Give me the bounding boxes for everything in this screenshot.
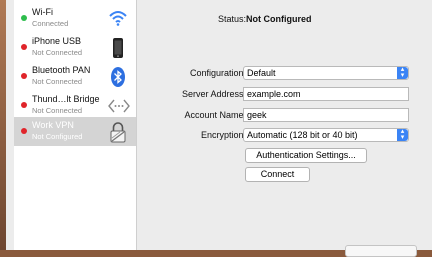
status-dot	[21, 102, 27, 108]
account-name-value: geek	[247, 110, 267, 120]
account-name-label: Account Name:	[184, 110, 246, 120]
status-dot	[21, 73, 27, 79]
service-status: Connected	[32, 19, 69, 28]
connect-button[interactable]: Connect	[245, 167, 310, 182]
account-name-field[interactable]: geek	[243, 108, 409, 122]
network-preferences-window: Wi-Fi Connected iPhone USB Not Connected	[6, 0, 432, 257]
service-name: Wi-Fi	[32, 7, 53, 17]
service-name: Work VPN	[32, 120, 74, 130]
service-item-work-vpn[interactable]: Work VPN Not Configured	[14, 117, 136, 146]
status-dot	[21, 128, 27, 134]
chevron-updown-icon: ▴ ▾	[397, 128, 408, 141]
authentication-settings-button[interactable]: Authentication Settings...	[245, 148, 367, 163]
configuration-label: Configuration:	[189, 68, 246, 78]
service-status: Not Connected	[32, 48, 83, 57]
status-label: Status:	[217, 14, 246, 24]
vpn-lock-icon	[108, 121, 128, 143]
service-status: Not Configured	[32, 132, 83, 141]
configuration-value: Default	[247, 68, 276, 78]
service-name: Bluetooth PAN	[32, 65, 91, 75]
status-value: Not Configured	[246, 14, 312, 24]
service-item-thunderbolt-bridge[interactable]: Thund…lt Bridge Not Connected	[14, 91, 136, 120]
service-name: iPhone USB	[32, 36, 82, 46]
iphone-icon	[108, 37, 128, 59]
status-dot	[21, 15, 27, 21]
wifi-icon	[108, 8, 128, 30]
server-address-label: Server Address:	[181, 89, 246, 99]
server-address-value: example.com	[247, 89, 301, 99]
server-address-field[interactable]: example.com	[243, 87, 409, 101]
service-item-wifi[interactable]: Wi-Fi Connected	[14, 4, 136, 33]
advanced-button[interactable]	[345, 245, 417, 257]
chevron-updown-icon: ▴ ▾	[397, 66, 408, 79]
encryption-value: Automatic (128 bit or 40 bit)	[247, 130, 358, 140]
configuration-select[interactable]: Default ▴ ▾	[243, 66, 409, 80]
encryption-select[interactable]: Automatic (128 bit or 40 bit) ▴ ▾	[243, 128, 409, 142]
service-status: Not Connected	[32, 77, 83, 86]
service-name: Thund…lt Bridge	[32, 94, 100, 104]
bluetooth-icon	[108, 66, 128, 88]
status-dot	[21, 44, 27, 50]
service-item-iphone-usb[interactable]: iPhone USB Not Connected	[14, 33, 136, 62]
service-item-bluetooth-pan[interactable]: Bluetooth PAN Not Connected	[14, 62, 136, 91]
service-status: Not Connected	[32, 106, 83, 115]
service-list[interactable]: Wi-Fi Connected iPhone USB Not Connected	[14, 0, 137, 250]
thunderbolt-bridge-icon	[108, 95, 130, 117]
encryption-label: Encryption:	[200, 130, 246, 140]
